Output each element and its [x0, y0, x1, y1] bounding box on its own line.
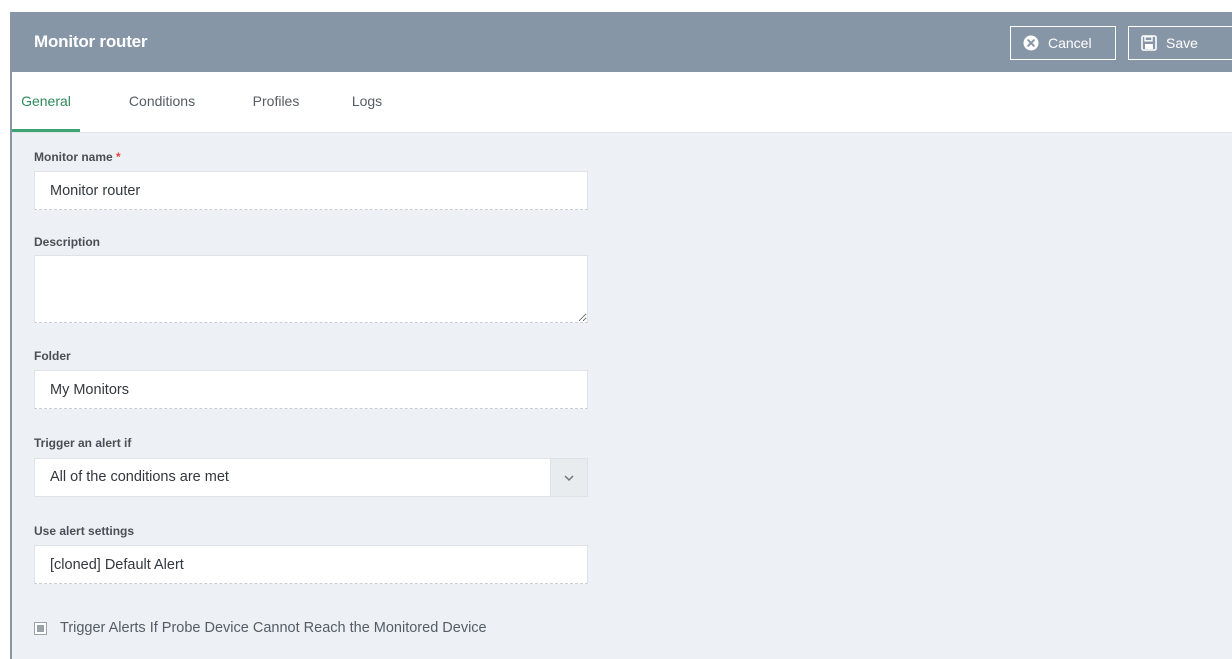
trigger-label: Trigger an alert if	[34, 436, 132, 450]
tab-bar: General Conditions Profiles Logs	[12, 72, 1232, 133]
chevron-down-icon[interactable]	[550, 459, 587, 496]
tab-logs[interactable]: Logs	[344, 72, 390, 132]
save-button[interactable]: Save	[1128, 26, 1232, 60]
description-label: Description	[34, 235, 101, 249]
close-circle-icon	[1023, 35, 1039, 51]
monitor-name-label: Monitor name *	[34, 150, 121, 164]
floppy-disk-icon	[1141, 35, 1157, 51]
tab-profiles[interactable]: Profiles	[242, 72, 310, 132]
folder-label: Folder	[34, 349, 71, 363]
tab-general[interactable]: General	[12, 72, 80, 132]
alert-settings-input[interactable]	[34, 545, 588, 584]
description-textarea[interactable]	[34, 255, 588, 323]
required-asterisk: *	[116, 150, 121, 164]
dialog-title: Monitor router	[34, 32, 148, 51]
probe-alert-option: Trigger Alerts If Probe Device Cannot Re…	[34, 620, 487, 636]
monitor-dialog: Monitor router Cancel Save General Condi…	[10, 12, 1232, 659]
dialog-header: Monitor router Cancel Save	[12, 12, 1232, 72]
trigger-select-value: All of the conditions are met	[50, 469, 229, 485]
cancel-label: Cancel	[1048, 35, 1092, 51]
probe-alert-checkbox[interactable]	[34, 621, 47, 635]
probe-alert-label: Trigger Alerts If Probe Device Cannot Re…	[60, 620, 487, 636]
alert-settings-label: Use alert settings	[34, 524, 135, 538]
folder-input[interactable]	[34, 370, 588, 409]
save-label: Save	[1166, 35, 1198, 51]
tab-conditions[interactable]: Conditions	[122, 72, 202, 132]
monitor-name-input[interactable]	[34, 171, 588, 210]
monitor-name-label-text: Monitor name	[34, 150, 113, 164]
trigger-select[interactable]: All of the conditions are met	[34, 458, 588, 497]
cancel-button[interactable]: Cancel	[1010, 26, 1116, 60]
